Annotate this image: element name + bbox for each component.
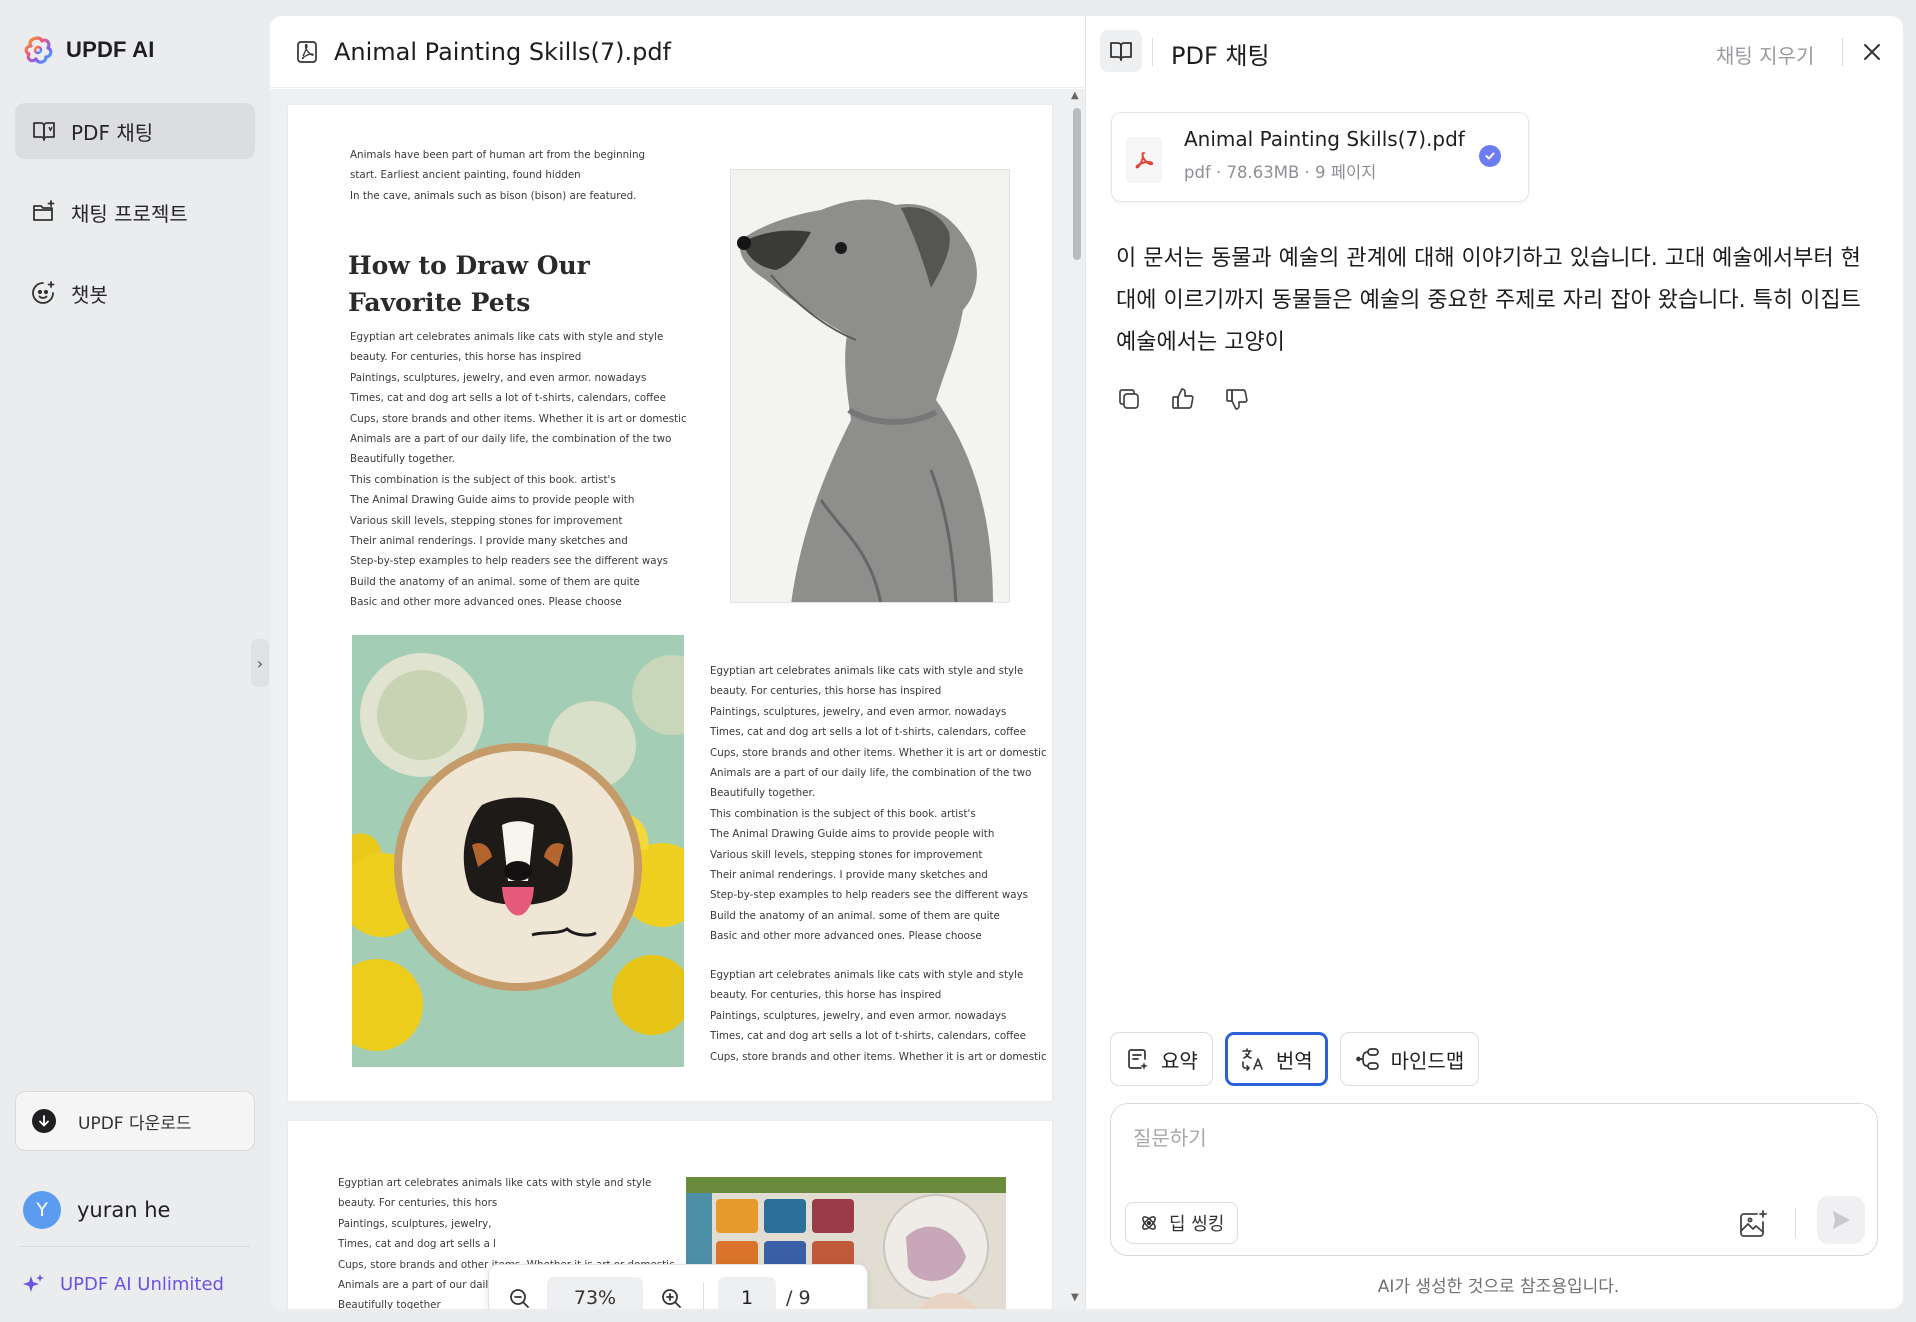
brand-name: UPDF AI: [66, 37, 155, 62]
folder-plus-icon: [33, 200, 55, 221]
translate-label: 번역: [1275, 1048, 1313, 1073]
atom-icon: [1142, 1216, 1156, 1230]
page-intro-text: Animals have been part of human art from…: [350, 149, 646, 202]
page-body-text: Egyptian art celebrates animals like cat…: [710, 665, 1047, 943]
answer-feedback: [1116, 386, 1250, 412]
image-upload-icon[interactable]: [1737, 1208, 1769, 1240]
sidebar-item-chatbot[interactable]: 챗봇: [15, 265, 255, 321]
ai-answer-text: 이 문서는 동물과 예술의 관계에 대해 이야기하고 있습니다. 고대 예술에서…: [1116, 246, 1861, 355]
document-toggle-button[interactable]: [1100, 30, 1142, 72]
ai-disclaimer: AI가 생성한 것으로 참조용입니다.: [1377, 1277, 1620, 1297]
download-button[interactable]: UPDF 다운로드: [15, 1091, 255, 1151]
toolbar-divider: [703, 1283, 704, 1309]
zoom-in-icon: [662, 1289, 681, 1308]
updf-logo-icon: [24, 36, 53, 64]
header-divider: [1152, 38, 1153, 66]
zoom-out-icon: [510, 1289, 529, 1308]
sidebar-item-pdf-chat[interactable]: PDF 채팅: [15, 103, 255, 159]
page-total: / 9: [786, 1287, 811, 1309]
user-name: yuran he: [77, 1198, 171, 1222]
pdf-page-1: Animals have been part of human art from…: [288, 105, 1052, 1101]
send-icon: [1833, 1211, 1850, 1229]
header-divider: [1842, 38, 1843, 66]
mindmap-button[interactable]: 마인드맵: [1339, 1032, 1480, 1086]
brand[interactable]: UPDF AI: [22, 34, 155, 66]
unlimited-link[interactable]: UPDF AI Unlimited: [22, 1272, 224, 1296]
attached-file-card[interactable]: Animal Painting Skills(7).pdf pdf · 78.6…: [1111, 112, 1529, 202]
chevron-right-icon: ›: [256, 653, 264, 673]
scroll-down-icon[interactable]: ▼: [1071, 1292, 1079, 1303]
dog-sketch-image: [730, 169, 1010, 603]
quick-actions: 요약 번역 마인드맵: [1110, 1032, 1480, 1086]
page-number-input[interactable]: 1: [718, 1277, 776, 1309]
sidebar-item-chat-project[interactable]: 채팅 프로젝트: [15, 184, 255, 240]
sidebar-item-label: 채팅 프로젝트: [71, 201, 188, 226]
zoom-in-button[interactable]: [653, 1280, 689, 1309]
deep-thinking-label: 딥 씽킹: [1169, 1214, 1225, 1235]
chat-title: PDF 채팅: [1171, 42, 1270, 70]
clear-chat-button[interactable]: 채팅 지우기: [1716, 40, 1814, 69]
document-title: Animal Painting Skills(7).pdf: [334, 37, 671, 66]
file-name: Animal Painting Skills(7).pdf: [1184, 127, 1465, 151]
send-button[interactable]: [1817, 1196, 1865, 1244]
close-icon[interactable]: [1858, 38, 1886, 66]
sidebar: UPDF AI PDF 채팅 채팅 프로젝트 챗봇 › UPDF 다운로드 Y …: [0, 0, 269, 1322]
summary-button[interactable]: 요약: [1110, 1032, 1213, 1086]
summary-icon: [1128, 1049, 1148, 1070]
file-meta: pdf · 78.63MB · 9 페이지: [1184, 163, 1377, 182]
thumbs-up-icon[interactable]: [1170, 386, 1196, 412]
page-body-text: Egyptian art celebrates animals like cat…: [710, 969, 1047, 1063]
dog-embroidery-image: [352, 635, 684, 1067]
translate-button[interactable]: 번역: [1224, 1032, 1328, 1086]
copy-icon[interactable]: [1116, 386, 1142, 412]
pdf-file-icon: [297, 40, 317, 63]
scrollbar-thumb[interactable]: [1073, 108, 1081, 260]
zoom-level[interactable]: 73%: [547, 1277, 643, 1309]
sparkle-icon: [23, 1274, 44, 1292]
sidebar-item-label: 챗봇: [71, 282, 108, 307]
user-profile[interactable]: Y yuran he: [23, 1191, 170, 1229]
pdf-viewer: Animal Painting Skills(7).pdf Animals ha…: [270, 16, 1085, 1309]
zoom-toolbar: 73% 1 / 9: [488, 1264, 868, 1309]
scrollbar[interactable]: [1066, 89, 1085, 1309]
main-panel: Animal Painting Skills(7).pdf Animals ha…: [270, 16, 1903, 1309]
sidebar-item-label: PDF 채팅: [71, 120, 154, 145]
check-icon: [1479, 145, 1501, 167]
download-icon: [32, 1109, 56, 1133]
chat-header: PDF 채팅 채팅 지우기: [1086, 16, 1903, 88]
input-divider: [1795, 1208, 1796, 1238]
zoom-out-button[interactable]: [501, 1280, 537, 1309]
mindmap-icon: [1355, 1048, 1379, 1070]
sidebar-collapse-handle[interactable]: ›: [251, 639, 269, 687]
mindmap-label: 마인드맵: [1390, 1048, 1465, 1073]
page-body-text: Egyptian art celebrates animals like cat…: [350, 331, 687, 609]
open-book-icon: [1110, 42, 1132, 61]
thumbs-down-icon[interactable]: [1224, 386, 1250, 412]
pdf-icon: [1126, 137, 1162, 183]
summary-label: 요약: [1161, 1048, 1198, 1073]
scroll-up-icon[interactable]: ▲: [1071, 90, 1079, 101]
sidebar-divider: [20, 1246, 250, 1247]
chat-panel: PDF 채팅 채팅 지우기 Animal Painting Skills(7).…: [1086, 16, 1903, 1309]
deep-thinking-toggle[interactable]: 딥 씽킹: [1125, 1202, 1239, 1244]
page-heading: How to Draw Our Favorite Pets: [348, 251, 590, 317]
unlimited-label: UPDF AI Unlimited: [60, 1273, 224, 1295]
sidebar-nav: PDF 채팅 채팅 프로젝트 챗봇: [15, 103, 255, 346]
download-label: UPDF 다운로드: [78, 1113, 192, 1134]
question-input[interactable]: [1133, 1122, 1833, 1162]
document-canvas[interactable]: Animals have been part of human art from…: [270, 89, 1085, 1309]
avatar: Y: [23, 1191, 61, 1229]
viewer-header: Animal Painting Skills(7).pdf: [270, 16, 1085, 88]
chat-input-box: 딥 씽킹: [1110, 1103, 1878, 1256]
translate-icon: [1242, 1048, 1263, 1071]
book-icon: [33, 122, 55, 141]
bot-icon: [32, 281, 55, 304]
